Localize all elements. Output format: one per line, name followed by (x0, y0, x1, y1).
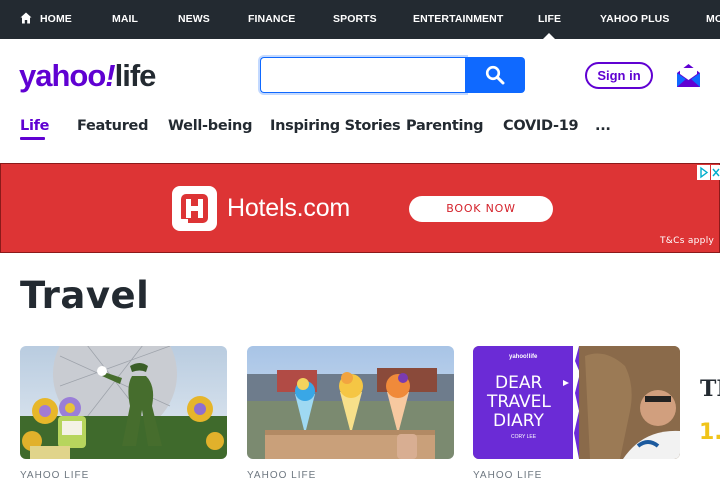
overlay-brand: yahoo!life (509, 354, 538, 360)
nav-finance[interactable]: FINANCE (248, 13, 295, 25)
subnav-well-being[interactable]: Well-being (168, 118, 252, 134)
yahoo-life-logo[interactable]: yahoo!life (19, 58, 157, 98)
adchoices-icon[interactable] (697, 165, 710, 180)
topiary-image (20, 346, 227, 459)
nav-more[interactable]: MORE (706, 13, 720, 25)
sidebar-heading: TR (700, 376, 720, 402)
nav-sports[interactable]: SPORTS (333, 13, 377, 25)
nav-life[interactable]: LIFE (538, 13, 561, 25)
active-tab-underline (20, 137, 45, 140)
dear-travel-diary-image: yahoo!life DEAR TRAVEL DIARY CORY LEE (473, 346, 680, 459)
page-title: Travel (20, 274, 150, 317)
overlay-title-line-3: DIARY (493, 411, 544, 431)
nav-yahoo-plus[interactable]: YAHOO PLUS (600, 13, 669, 25)
article-card-image-1[interactable] (20, 346, 227, 459)
article-card-image-3[interactable]: yahoo!life DEAR TRAVEL DIARY CORY LEE (473, 346, 680, 459)
overlay-title-line-1: DEAR (495, 373, 542, 393)
book-now-button[interactable]: BOOK NOW (409, 196, 553, 222)
subnav-inspiring-stories[interactable]: Inspiring Stories (270, 118, 401, 134)
overlay-title-line-2: TRAVEL (486, 392, 551, 412)
subnav-life[interactable]: Life (20, 118, 49, 134)
nav-mail[interactable]: MAIL (112, 13, 138, 25)
search-box (260, 57, 466, 93)
search-icon (485, 65, 505, 85)
logo-yahoo: yahoo (19, 58, 106, 93)
top-navigation-bar: HOME MAIL NEWS FINANCE SPORTS ENTERTAINM… (0, 0, 720, 39)
logo-bang: ! (105, 58, 115, 93)
card-source-2: YAHOO LIFE (247, 470, 317, 481)
subnav-more-menu[interactable]: ... (595, 118, 611, 134)
hotels-ad-banner[interactable]: Hotels.com BOOK NOW T&Cs apply (0, 163, 720, 253)
ad-brand-name: Hotels.com (227, 194, 351, 222)
nav-news[interactable]: NEWS (178, 13, 210, 25)
search-button[interactable] (465, 57, 525, 93)
subnav-parenting[interactable]: Parenting (406, 118, 484, 134)
card-source-3: YAHOO LIFE (473, 470, 543, 481)
article-card-image-2[interactable] (247, 346, 454, 459)
hotels-logo-icon (172, 186, 217, 231)
mail-icon[interactable] (676, 62, 701, 88)
sidebar-rank-1: 1. (699, 420, 720, 445)
nav-entertainment[interactable]: ENTERTAINMENT (413, 13, 503, 25)
search-input[interactable] (261, 58, 466, 92)
subnav-covid-19[interactable]: COVID-19 (503, 118, 579, 134)
section-navigation: Life Featured Well-being Inspiring Stori… (0, 118, 720, 142)
ad-terms: T&Cs apply (660, 236, 715, 246)
nav-home[interactable]: HOME (40, 13, 72, 25)
desserts-image (247, 346, 454, 459)
ad-close-icon[interactable] (711, 165, 720, 180)
active-section-caret (543, 33, 555, 39)
sign-in-button[interactable]: Sign in (585, 62, 653, 89)
card-source-1: YAHOO LIFE (20, 470, 90, 481)
home-icon[interactable] (20, 12, 32, 24)
subnav-featured[interactable]: Featured (77, 118, 148, 134)
logo-life: life (114, 58, 157, 93)
overlay-author: CORY LEE (511, 434, 537, 440)
